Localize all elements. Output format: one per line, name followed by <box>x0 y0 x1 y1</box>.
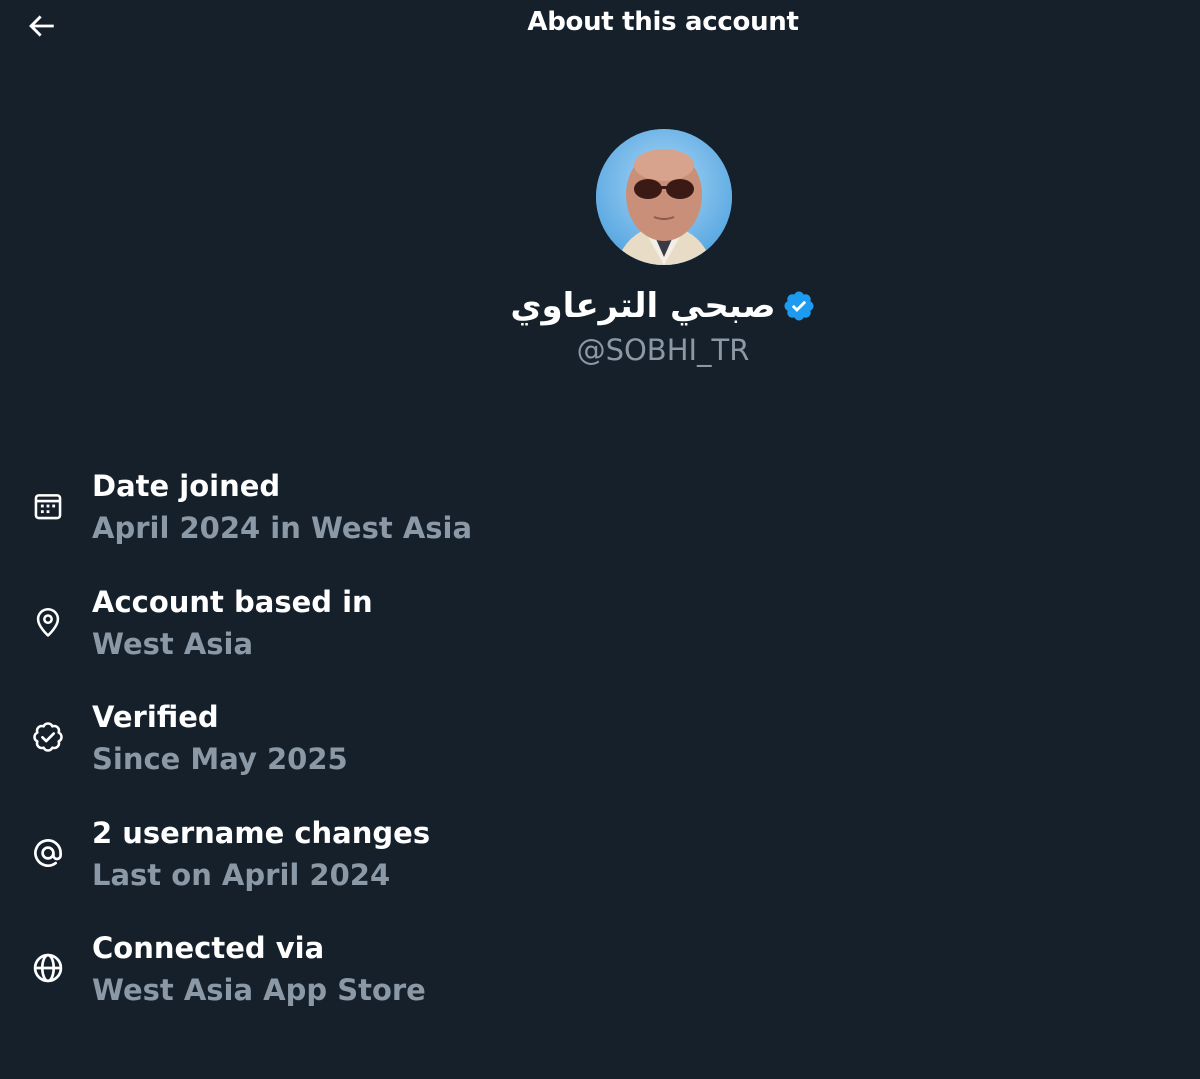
detail-value: West Asia <box>92 626 254 661</box>
location-pin-icon <box>28 602 68 642</box>
detail-value: April 2024 in West Asia <box>92 511 473 545</box>
detail-title: 2 username changes <box>92 815 431 850</box>
detail-verified: Verified Since May 2025 <box>0 693 1200 809</box>
username-handle: @SOBHI_TR <box>576 333 750 367</box>
detail-date-joined: Date joined April 2024 in West Asia <box>0 462 1200 578</box>
detail-value: Since May 2025 <box>92 742 348 776</box>
detail-value: Last on April 2024 <box>92 857 391 892</box>
profile-photo <box>596 129 732 265</box>
detail-value: West Asia App Store <box>92 973 426 1007</box>
detail-username-changes: 2 username changes Last on April 2024 <box>0 809 1200 925</box>
detail-title: Account based in <box>92 584 373 619</box>
verified-badge-icon[interactable] <box>782 289 816 323</box>
calendar-icon <box>28 486 68 526</box>
account-details-list: Date joined April 2024 in West Asia Acco… <box>0 462 1200 1040</box>
top-bar: About this account <box>0 0 1200 54</box>
avatar[interactable] <box>596 129 732 265</box>
detail-title: Verified <box>92 700 219 734</box>
display-name: صبحي الترعاوي <box>510 286 776 326</box>
globe-icon <box>28 948 68 988</box>
verified-badge-icon <box>28 717 68 757</box>
about-account-page: About this account صبحي الترعاوي @SOBHI_… <box>0 0 1200 1079</box>
detail-account-based-in: Account based in West Asia <box>0 578 1200 694</box>
page-title: About this account <box>527 7 799 37</box>
detail-connected-via: Connected via West Asia App Store <box>0 924 1200 1040</box>
detail-title: Connected via <box>92 931 325 965</box>
name-row: صبحي الترعاوي <box>0 284 1200 328</box>
at-sign-icon <box>28 833 68 873</box>
detail-title: Date joined <box>92 469 281 503</box>
